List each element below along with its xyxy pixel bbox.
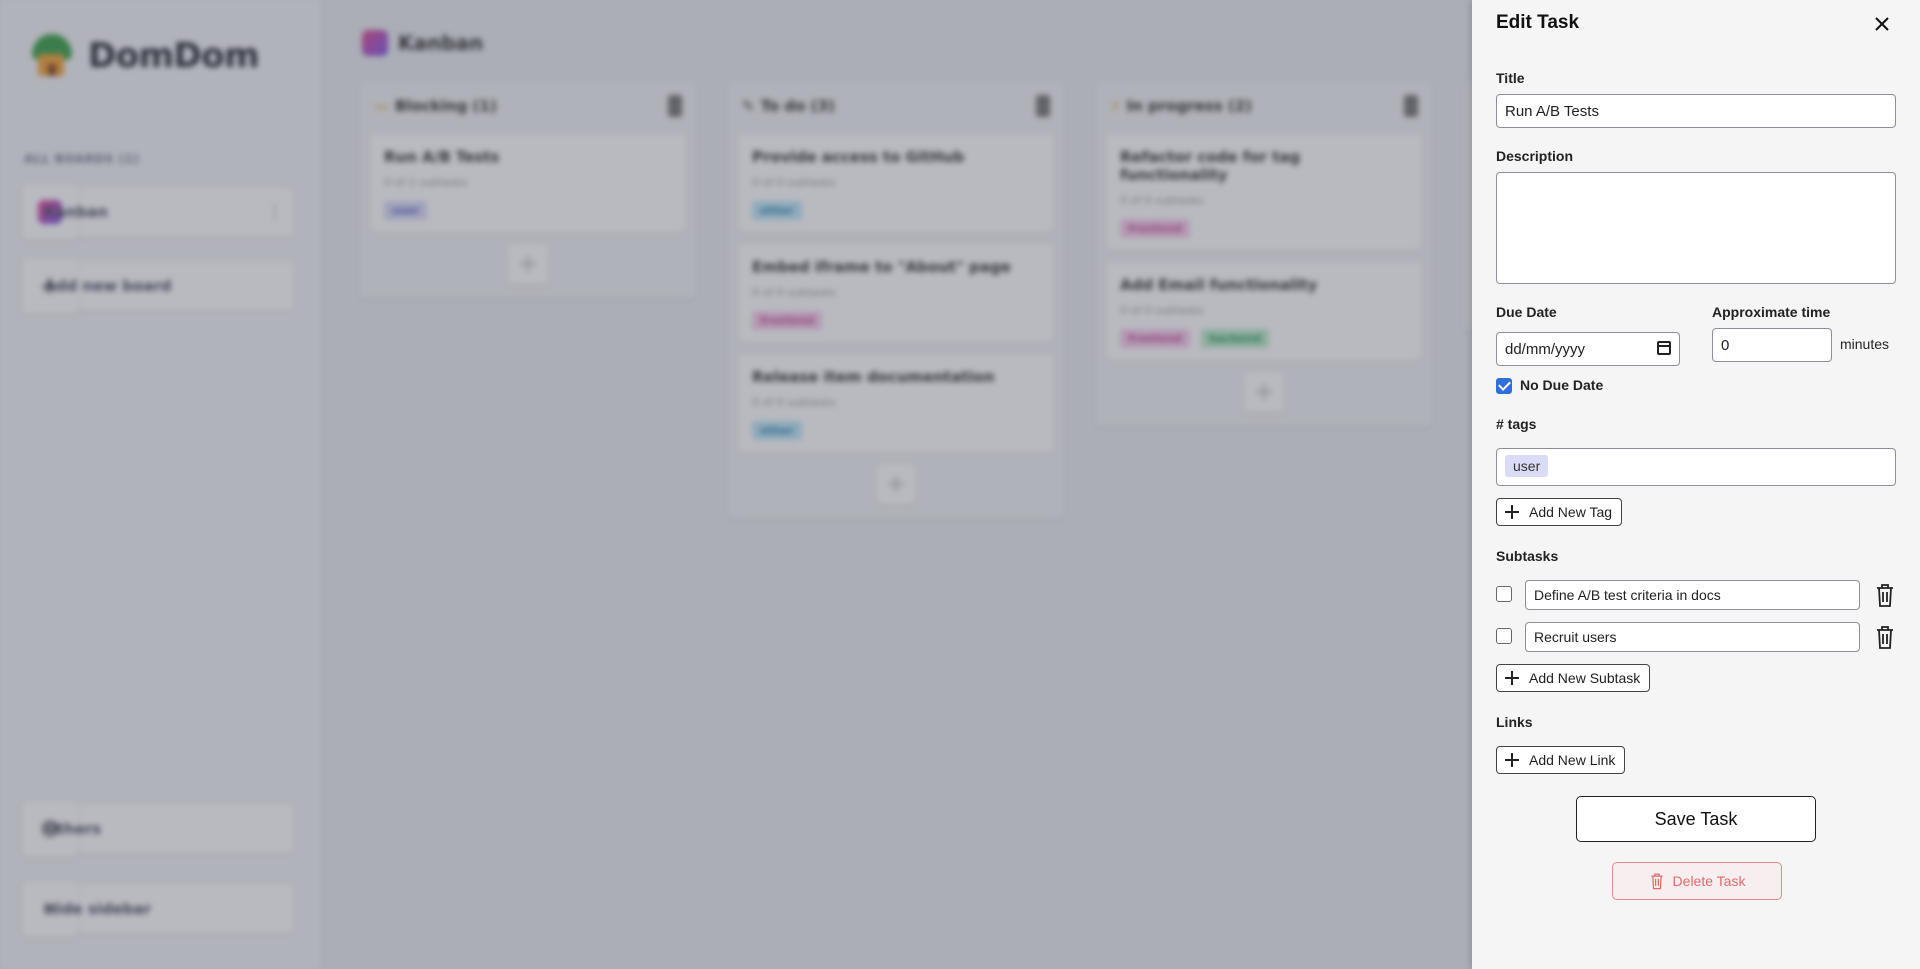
- trash-icon: [1651, 873, 1663, 890]
- title-label: Title: [1496, 70, 1525, 86]
- trash-icon[interactable]: [1874, 582, 1896, 608]
- plus-icon: [1505, 753, 1519, 767]
- description-label: Description: [1496, 148, 1574, 164]
- close-icon[interactable]: [1870, 12, 1894, 36]
- add-subtask-button[interactable]: Add New Subtask: [1496, 664, 1651, 692]
- description-field[interactable]: [1496, 172, 1896, 284]
- due-date-field[interactable]: dd/mm/yyyy: [1496, 332, 1680, 366]
- add-tag-label: Add New Tag: [1529, 504, 1613, 520]
- due-date-placeholder: dd/mm/yyyy: [1505, 340, 1586, 358]
- delete-task-button[interactable]: Delete Task: [1612, 862, 1782, 900]
- minutes-label: minutes: [1840, 336, 1890, 352]
- save-task-button[interactable]: Save Task: [1576, 796, 1816, 842]
- plus-icon: [1505, 671, 1519, 685]
- subtask-field[interactable]: Recruit users: [1525, 622, 1860, 652]
- due-date-label: Due Date: [1496, 304, 1557, 320]
- subtask-checkbox[interactable]: [1496, 586, 1512, 602]
- no-due-date-label: No Due Date: [1520, 377, 1604, 393]
- subtasks-label: Subtasks: [1496, 548, 1559, 564]
- tag-chip[interactable]: user: [1505, 455, 1549, 477]
- add-link-button[interactable]: Add New Link: [1496, 746, 1626, 774]
- calendar-icon[interactable]: [1657, 341, 1671, 355]
- add-link-label: Add New Link: [1529, 752, 1616, 768]
- subtask-field[interactable]: Define A/B test criteria in docs: [1525, 580, 1860, 610]
- title-field[interactable]: Run A/B Tests: [1496, 94, 1896, 128]
- add-subtask-label: Add New Subtask: [1529, 670, 1641, 686]
- add-tag-button[interactable]: Add New Tag: [1496, 498, 1623, 526]
- delete-task-label: Delete Task: [1672, 873, 1746, 889]
- panel-title: Edit Task: [1496, 12, 1580, 33]
- approx-time-label: Approximate time: [1712, 304, 1831, 320]
- trash-icon[interactable]: [1874, 624, 1896, 650]
- plus-icon: [1505, 505, 1519, 519]
- tags-label: # tags: [1496, 416, 1537, 432]
- subtask-checkbox[interactable]: [1496, 628, 1512, 644]
- tags-field[interactable]: [1496, 448, 1896, 486]
- no-due-date-checkbox[interactable]: [1496, 378, 1512, 394]
- edit-task-panel: Edit Task Title Run A/B Tests Descriptio…: [1472, 0, 1920, 969]
- approx-time-field[interactable]: 0: [1712, 328, 1832, 362]
- links-label: Links: [1496, 714, 1533, 730]
